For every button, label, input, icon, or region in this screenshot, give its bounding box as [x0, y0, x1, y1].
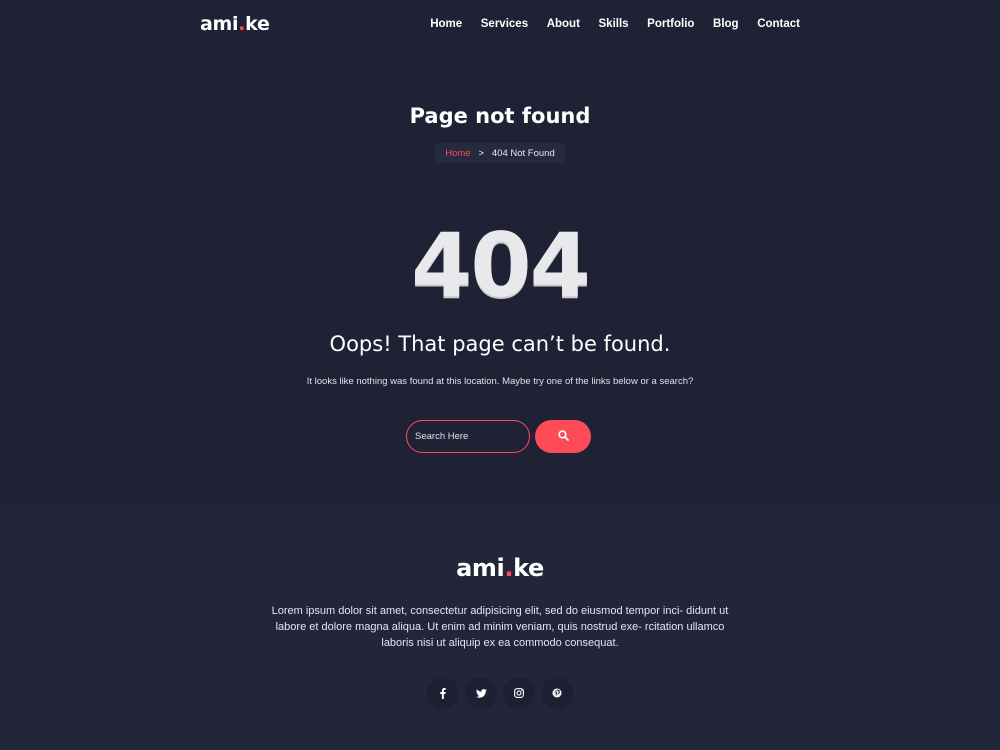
footer-logo-prefix: ami [456, 554, 505, 582]
logo-prefix: ami [200, 13, 239, 35]
main-nav: Home Services About Skills Portfolio Blo… [412, 18, 800, 30]
site-footer: ami.ke Lorem ipsum dolor sit amet, conse… [0, 505, 1000, 750]
breadcrumb: Home > 404 Not Found [435, 143, 565, 163]
page-title: Page not found [409, 104, 591, 128]
breadcrumb-home-link[interactable]: Home [445, 148, 470, 159]
search-input[interactable] [406, 420, 530, 453]
nav-services[interactable]: Services [481, 18, 528, 30]
logo[interactable]: ami.ke [200, 13, 270, 35]
footer-logo-suffix: ke [513, 554, 544, 582]
error-description: It looks like nothing was found at this … [306, 376, 694, 387]
site-header: ami.ke Home Services About Skills Portfo… [0, 0, 1000, 52]
nav-portfolio[interactable]: Portfolio [647, 18, 694, 30]
instagram-link[interactable] [503, 677, 535, 709]
facebook-icon [440, 687, 446, 699]
search-icon [557, 429, 569, 444]
nav-home[interactable]: Home [430, 18, 462, 30]
pinterest-link[interactable] [541, 677, 573, 709]
error-heading: Oops! That page can’t be found. [329, 332, 671, 356]
error-code: 404 [411, 214, 591, 317]
nav-about[interactable]: About [547, 18, 580, 30]
instagram-icon [514, 688, 524, 698]
nav-skills[interactable]: Skills [599, 18, 629, 30]
footer-logo-dot: . [504, 554, 514, 582]
footer-logo[interactable]: ami.ke [0, 554, 1000, 582]
search-button[interactable] [535, 420, 591, 453]
twitter-link[interactable] [465, 677, 497, 709]
twitter-icon [475, 688, 487, 698]
social-links [427, 677, 573, 709]
logo-suffix: ke [245, 13, 270, 35]
breadcrumb-separator: > [478, 148, 484, 158]
nav-contact[interactable]: Contact [757, 18, 800, 30]
facebook-link[interactable] [427, 677, 459, 709]
nav-blog[interactable]: Blog [713, 18, 739, 30]
breadcrumb-current: 404 Not Found [491, 147, 555, 159]
pinterest-icon [552, 688, 562, 698]
footer-description: Lorem ipsum dolor sit amet, consectetur … [271, 605, 729, 649]
